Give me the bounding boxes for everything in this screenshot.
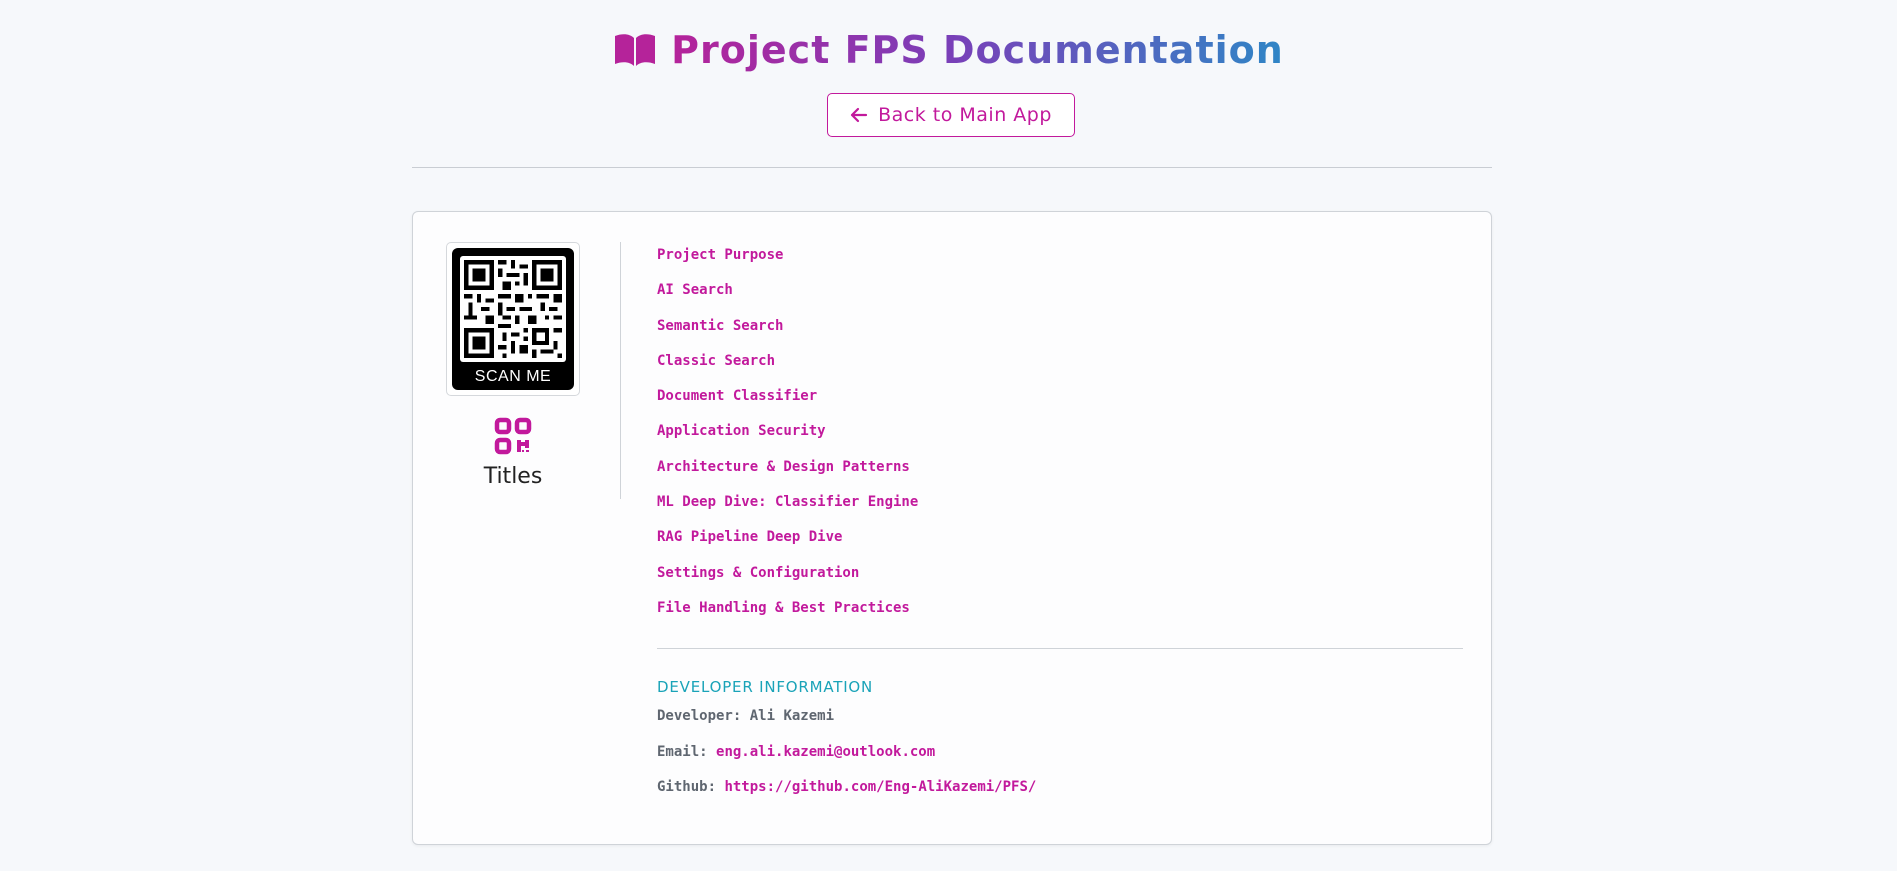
toc-link-architecture[interactable]: Architecture & Design Patterns	[657, 459, 910, 475]
toc-link-classic-search[interactable]: Classic Search	[657, 353, 775, 369]
back-button-label: Back to Main App	[878, 104, 1052, 126]
toc-item: Project Purpose	[657, 242, 918, 277]
toc-item: Architecture & Design Patterns	[657, 454, 918, 489]
page-title-text: Project FPS Documentation	[671, 24, 1284, 76]
toc-item: Classic Search	[657, 348, 918, 383]
book-open-icon	[615, 34, 656, 66]
qr-code-icon	[494, 417, 532, 455]
documentation-card: SCAN ME Titles Project Purpose AI Search…	[412, 211, 1492, 845]
toc-item: Settings & Configuration	[657, 560, 918, 595]
sidebar-divider	[620, 242, 621, 499]
qr-code-matrix	[460, 256, 566, 362]
toc-link-semantic-search[interactable]: Semantic Search	[657, 318, 783, 334]
header-divider	[412, 167, 1492, 168]
developer-name-line: Developer: Ali Kazemi	[657, 708, 834, 724]
github-label: Github:	[657, 779, 717, 795]
toc-link-project-purpose[interactable]: Project Purpose	[657, 247, 783, 263]
qr-code-frame: SCAN ME	[446, 242, 580, 396]
toc-link-rag-pipeline[interactable]: RAG Pipeline Deep Dive	[657, 529, 842, 545]
toc-item: Semantic Search	[657, 313, 918, 348]
sidebar: SCAN ME Titles	[446, 242, 580, 489]
toc-link-settings[interactable]: Settings & Configuration	[657, 565, 859, 581]
toc-item: ML Deep Dive: Classifier Engine	[657, 489, 918, 524]
toc-list: Project Purpose AI Search Semantic Searc…	[657, 242, 918, 630]
github-link[interactable]: https://github.com/Eng-AliKazemi/PFS/	[724, 779, 1036, 795]
developer-label: Developer:	[657, 708, 742, 724]
developer-divider	[657, 648, 1463, 649]
toc-link-application-security[interactable]: Application Security	[657, 423, 826, 439]
titles-label: Titles	[483, 464, 543, 489]
toc-item: File Handling & Best Practices	[657, 595, 918, 630]
toc-item: RAG Pipeline Deep Dive	[657, 524, 918, 559]
toc-link-ai-search[interactable]: AI Search	[657, 282, 733, 298]
page-title: Project FPS Documentation	[0, 24, 1897, 81]
developer-github-line: Github: https://github.com/Eng-AliKazemi…	[657, 779, 1036, 795]
toc-item: Document Classifier	[657, 383, 918, 418]
email-label: Email:	[657, 744, 708, 760]
toc-item: Application Security	[657, 418, 918, 453]
toc-link-ml-deep-dive[interactable]: ML Deep Dive: Classifier Engine	[657, 494, 918, 510]
toc-link-file-handling[interactable]: File Handling & Best Practices	[657, 600, 910, 616]
scan-me-label: SCAN ME	[474, 368, 552, 385]
developer-info-heading: Developer Information	[657, 678, 874, 696]
toc-item: AI Search	[657, 277, 918, 312]
toc-link-document-classifier[interactable]: Document Classifier	[657, 388, 817, 404]
qr-code-image: SCAN ME	[452, 248, 574, 390]
email-link[interactable]: eng.ali.kazemi@outlook.com	[716, 744, 935, 760]
developer-name: Ali Kazemi	[749, 708, 835, 724]
back-to-main-app-button[interactable]: Back to Main App	[827, 93, 1075, 137]
developer-email-line: Email: eng.ali.kazemi@outlook.com	[657, 744, 935, 760]
arrow-left-icon	[850, 107, 868, 123]
